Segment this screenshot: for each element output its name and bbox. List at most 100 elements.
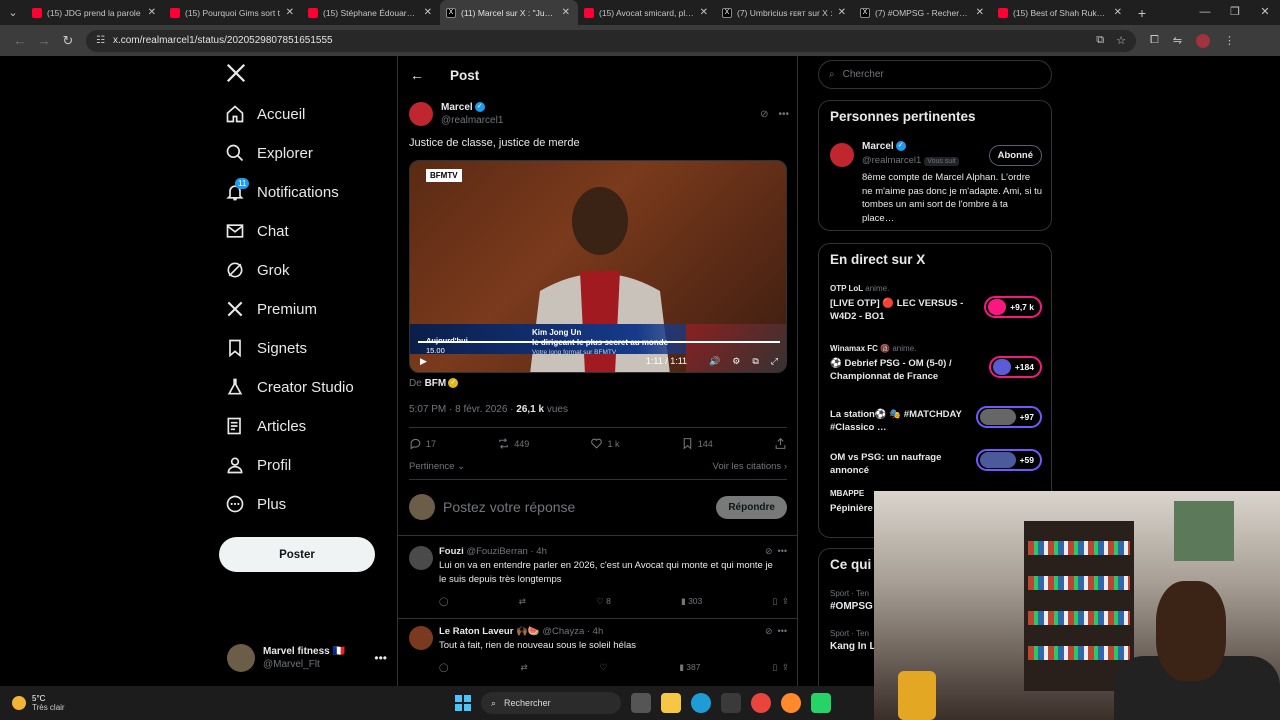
nav-item-bookmarks[interactable]: Signets [225, 333, 307, 363]
views-button[interactable]: ▮ 303 [681, 596, 702, 607]
avatar[interactable] [409, 102, 433, 126]
nav-item-chat[interactable]: Chat [225, 216, 289, 246]
new-tab-button[interactable]: + [1130, 5, 1154, 21]
edge-icon[interactable] [691, 693, 711, 713]
reply-item[interactable]: Le Raton Laveur 🙌🏾🍉 @Chayza · 4h ⊘ ••• T… [409, 626, 789, 682]
back-arrow-icon[interactable]: ← [410, 67, 424, 83]
volume-icon[interactable]: 🔊 [709, 356, 720, 367]
minimize-icon[interactable]: — [1190, 0, 1220, 25]
nav-item-notifications[interactable]: 11 Notifications [225, 177, 339, 207]
close-window-icon[interactable]: ✕ [1250, 0, 1280, 25]
more-icon[interactable]: ••• [374, 651, 387, 665]
reply-icon[interactable]: ◯ [439, 596, 449, 607]
nav-item-profile[interactable]: Profil [225, 450, 291, 480]
author-name[interactable]: Marcel [441, 102, 473, 113]
avatar[interactable] [409, 546, 433, 570]
close-icon[interactable]: ✕ [424, 7, 432, 18]
address-bar[interactable]: ☷ x.com/realmarcel1/status/2020529807851… [86, 29, 1136, 52]
view-quotes-link[interactable]: Voir les citations › [713, 461, 787, 472]
firefox-icon[interactable] [781, 693, 801, 713]
repost-icon[interactable]: ⇄ [519, 596, 526, 607]
live-item[interactable]: Winamax FC 🔞 anime. ⚽ Debrief PSG - OM (… [830, 344, 1042, 383]
bookmark-button[interactable]: 144 [681, 437, 713, 450]
following-button[interactable]: Abonné [988, 145, 1042, 166]
reply-item[interactable]: Fouzi @FouziBerran · 4h ⊘ ••• Lui on va … [409, 546, 789, 612]
reply-input[interactable]: Postez votre réponse [443, 499, 575, 515]
browser-tab[interactable]: (15) Pourquoi Gims sort t ✕ [164, 0, 302, 25]
close-icon[interactable]: ✕ [700, 7, 708, 18]
browser-tab[interactable]: (15) Avocat smicard, plon ✕ [578, 0, 716, 25]
browser-tab[interactable]: (15) Stéphane Édouard : C ✕ [302, 0, 440, 25]
reply-options[interactable]: ⊘ ••• [765, 546, 787, 557]
store-icon[interactable] [721, 693, 741, 713]
avatar[interactable] [830, 143, 854, 167]
browser-menu-icon[interactable]: ⋮ [1224, 34, 1235, 47]
avatar[interactable] [409, 626, 433, 650]
forward-icon[interactable]: → [32, 33, 56, 48]
weather-widget[interactable]: 5°C Très clair [12, 694, 65, 712]
like-button[interactable]: ♡ [600, 662, 608, 673]
live-listeners-pill[interactable]: +97 [975, 406, 1042, 428]
search-input[interactable]: ⌕ Chercher [818, 60, 1052, 89]
chrome-icon[interactable] [751, 693, 771, 713]
live-item[interactable]: La station⚽ 🎭 #MATCHDAY #Classico … +97 [830, 404, 1042, 434]
task-view-icon[interactable] [631, 693, 651, 713]
browser-tab[interactable]: (15) Best of Shah Rukh K ✕ [992, 0, 1130, 25]
reply-submit-button[interactable]: Répondre [716, 495, 787, 519]
nav-item-articles[interactable]: Articles [225, 411, 306, 441]
close-icon[interactable]: ✕ [562, 7, 570, 18]
taskbar-search[interactable]: ⌕ Rechercher [481, 692, 621, 714]
repost-icon[interactable]: ⇄ [521, 662, 528, 673]
windows-start-icon[interactable] [455, 695, 471, 711]
video-progress-bar[interactable] [418, 341, 780, 343]
video-player[interactable]: BFMTV Aujourd'hui 15.00 Kim Jong Un le d… [409, 160, 787, 373]
like-button[interactable]: 1 k [590, 437, 620, 450]
nav-item-creator-studio[interactable]: Creator Studio [225, 372, 354, 402]
sort-dropdown[interactable]: Pertinence ⌄ [409, 461, 465, 472]
bookmark-share-icons[interactable]: ▯ ⇪ [772, 662, 789, 673]
browser-tab[interactable]: (15) JDG prend la parole ✕ [26, 0, 164, 25]
browser-tab[interactable]: X (7) Umbricius ғᴇʀᴛ sur X : ✕ [716, 0, 854, 25]
views-button[interactable]: ▮ 387 [679, 662, 700, 673]
post-button[interactable]: Poster [219, 537, 375, 572]
extensions-icon[interactable]: ⧠ [1150, 34, 1159, 47]
nav-item-premium[interactable]: Premium [225, 294, 317, 324]
bookmark-share-icons[interactable]: ▯ ⇪ [772, 596, 789, 607]
live-item[interactable]: OM vs PSG: un naufrage annoncé +59 [830, 447, 1042, 477]
whatsapp-icon[interactable] [811, 693, 831, 713]
more-icon[interactable]: ••• [778, 109, 789, 120]
fullscreen-icon[interactable]: ⤢ [771, 356, 778, 367]
play-icon[interactable]: ▶ [420, 356, 427, 367]
install-app-icon[interactable]: ⧉ [1096, 34, 1104, 47]
close-icon[interactable]: ✕ [286, 7, 294, 18]
nav-item-grok[interactable]: Grok [225, 255, 290, 285]
account-switcher[interactable]: Marvel fitness 🇫🇷 @Marvel_Flt ••• [227, 642, 387, 674]
repost-button[interactable]: 449 [497, 437, 529, 450]
tab-search-button[interactable]: ⌄ [0, 0, 26, 25]
profile-avatar-icon[interactable] [1196, 33, 1211, 48]
pip-icon[interactable]: ⧉ [752, 356, 758, 367]
file-explorer-icon[interactable] [661, 693, 681, 713]
close-icon[interactable]: ✕ [976, 7, 984, 18]
back-icon[interactable]: ← [8, 33, 32, 48]
tab-groups-icon[interactable]: ⇋ [1173, 34, 1182, 47]
share-button[interactable] [774, 437, 787, 450]
x-logo-icon[interactable] [225, 62, 247, 84]
nav-item-explore[interactable]: Explorer [225, 138, 313, 168]
reply-button[interactable]: 17 [409, 437, 436, 450]
reply-icon[interactable]: ◯ [439, 662, 449, 673]
close-icon[interactable]: ✕ [838, 7, 846, 18]
live-listeners-pill[interactable]: +184 [988, 356, 1042, 378]
source-name[interactable]: BFM [425, 378, 447, 389]
live-item[interactable]: OTP LoL anime. [LIVE OTP] 🔴 LEC VERSUS -… [830, 284, 1042, 323]
browser-tab[interactable]: X (7) #OMPSG - Recherche ✕ [854, 0, 992, 25]
like-button[interactable]: ♡ 8 [596, 596, 611, 607]
site-info-icon[interactable]: ☷ [96, 35, 105, 46]
grok-icon[interactable]: ⊘ [760, 109, 768, 120]
close-icon[interactable]: ✕ [148, 7, 156, 18]
maximize-icon[interactable]: ❐ [1220, 0, 1250, 25]
live-listeners-pill[interactable]: +59 [975, 449, 1042, 471]
close-icon[interactable]: ✕ [1114, 7, 1122, 18]
settings-icon[interactable]: ⚙ [732, 356, 740, 367]
reload-icon[interactable]: ↻ [56, 33, 80, 49]
